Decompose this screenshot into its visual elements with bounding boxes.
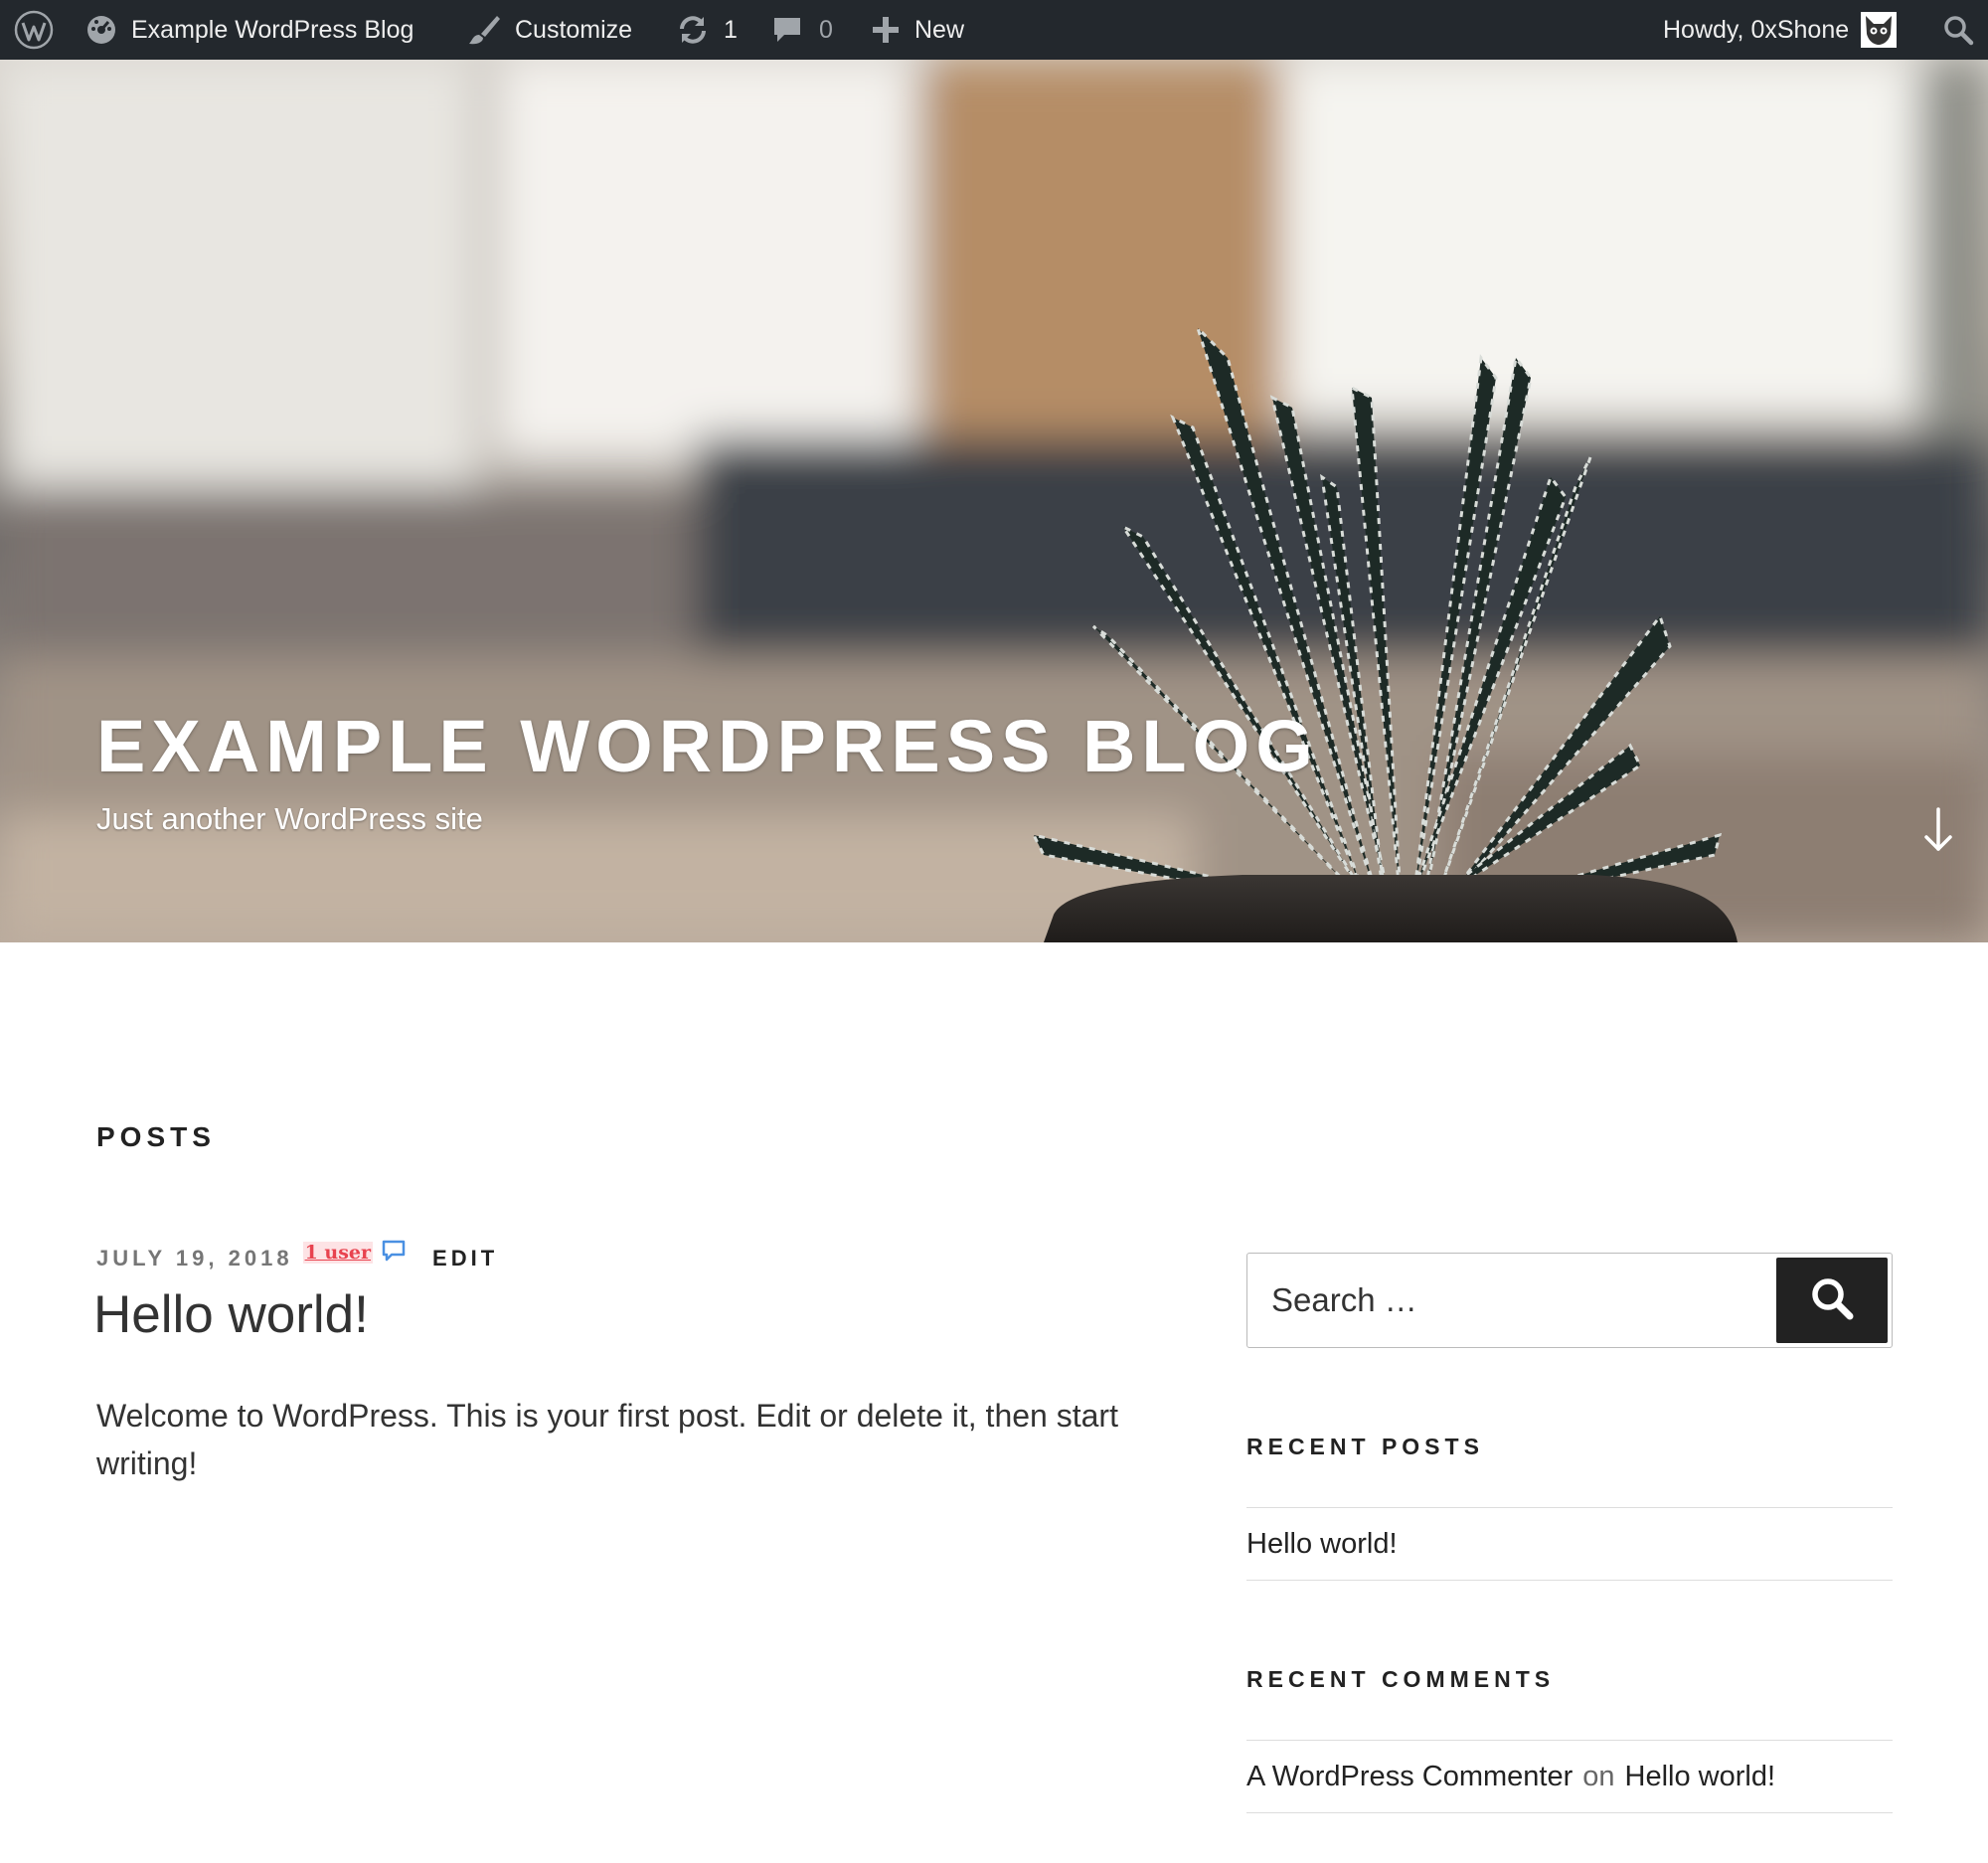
updates-icon	[676, 13, 710, 47]
comments-link[interactable]: 0	[771, 0, 833, 60]
wordpress-logo-icon[interactable]	[14, 0, 54, 60]
recent-post-link[interactable]: Hello world!	[1246, 1528, 1398, 1561]
search-submit-button[interactable]	[1776, 1258, 1888, 1343]
customize-label: Customize	[515, 15, 633, 44]
comment-icon[interactable]	[381, 1239, 407, 1269]
comment-bubble-icon	[771, 14, 803, 46]
comment-connector: on	[1582, 1760, 1615, 1792]
customize-link[interactable]: Customize	[467, 0, 632, 60]
comment-author-link[interactable]: A WordPress Commenter	[1246, 1761, 1573, 1793]
new-content-link[interactable]: New	[871, 0, 964, 60]
recent-comments-title: RECENT COMMENTS	[1246, 1666, 1556, 1692]
page-title: POSTS	[96, 1121, 216, 1152]
adminbar-search-icon[interactable]	[1942, 0, 1974, 60]
comment-post-link[interactable]: Hello world!	[1625, 1761, 1776, 1793]
users-badge[interactable]: 1 user	[302, 1242, 374, 1264]
arrow-down-icon[interactable]	[1918, 805, 1958, 855]
account-menu[interactable]: Howdy, 0xShone	[1663, 0, 1898, 60]
avatar	[1861, 12, 1898, 48]
recent-comments-list: A WordPress Commenter on Hello world!	[1246, 1740, 1893, 1813]
plus-icon	[871, 15, 901, 45]
post-date-link[interactable]: JULY 19, 2018	[96, 1246, 293, 1271]
comments-count: 0	[819, 15, 833, 44]
admin-bar: Example WordPress Blog Customize 1 0 New…	[0, 0, 1988, 60]
updates-link[interactable]: 1	[676, 0, 738, 60]
dashboard-icon	[85, 14, 117, 46]
post-meta: JULY 19, 2018 1 user EDIT	[96, 1239, 498, 1276]
site-title[interactable]: EXAMPLE WORDPRESS BLOG	[96, 704, 1319, 788]
search-icon	[1808, 1274, 1856, 1327]
edit-post-link[interactable]: EDIT	[432, 1246, 498, 1271]
recent-posts-title: RECENT POSTS	[1246, 1434, 1484, 1459]
recent-posts-list: Hello world!	[1246, 1507, 1893, 1581]
new-label: New	[914, 15, 965, 44]
site-name-link[interactable]: Example WordPress Blog	[85, 0, 414, 60]
search-form	[1246, 1253, 1893, 1348]
updates-count: 1	[724, 15, 738, 44]
site-name-label: Example WordPress Blog	[131, 15, 414, 44]
post-excerpt: Welcome to WordPress. This is your first…	[96, 1398, 1118, 1481]
paintbrush-icon	[467, 13, 501, 47]
site-description: Just another WordPress site	[96, 801, 483, 836]
site-header: EXAMPLE WORDPRESS BLOG Just another Word…	[0, 60, 1988, 942]
post-title-link[interactable]: Hello world!	[93, 1284, 369, 1345]
search-input[interactable]	[1247, 1254, 1764, 1347]
howdy-label: Howdy, 0xShone	[1663, 15, 1850, 44]
